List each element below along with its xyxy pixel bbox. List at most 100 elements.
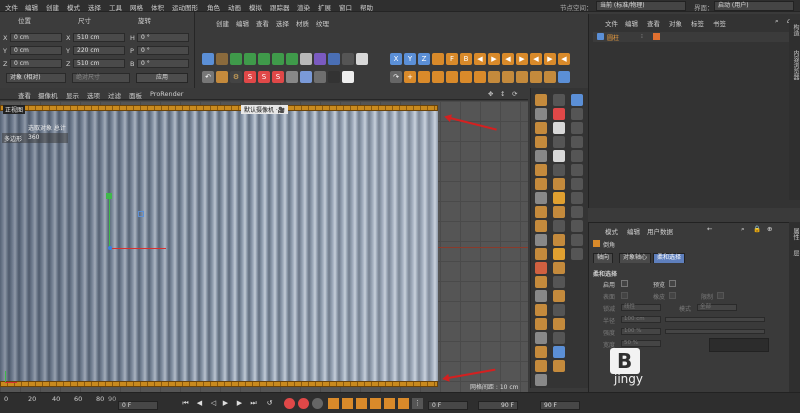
vp-menu-camera[interactable]: 摄像机	[38, 90, 58, 100]
attr-menu-mode[interactable]: 模式	[605, 226, 618, 236]
side-tool-6-icon[interactable]	[535, 164, 547, 176]
keyframe-select-icon[interactable]	[312, 398, 323, 409]
attr-lock-icon[interactable]: 🔒	[753, 225, 761, 233]
side-tab-content-browser[interactable]: 内容浏览器	[791, 50, 800, 80]
side-tool-49-icon[interactable]	[571, 192, 583, 204]
side-tool-42-icon[interactable]	[571, 94, 583, 106]
side-tool-20-icon[interactable]	[535, 360, 547, 372]
side-tool-53-icon[interactable]	[571, 248, 583, 260]
scene-icon[interactable]	[328, 71, 340, 83]
side-tool-22-icon[interactable]	[553, 94, 565, 106]
cube-icon[interactable]	[202, 53, 214, 65]
plane-handle[interactable]	[138, 211, 144, 217]
visibility-dots-icon[interactable]: ⁝	[641, 33, 643, 40]
bulb-icon[interactable]	[342, 71, 354, 83]
tab-axis[interactable]: 轴向	[593, 253, 614, 263]
width-field[interactable]: 50 %	[621, 340, 661, 347]
field-icon[interactable]	[314, 53, 326, 65]
side-tool-13-icon[interactable]	[535, 262, 547, 274]
cube-view-icon[interactable]	[558, 71, 570, 83]
rubber-checkbox[interactable]	[669, 292, 676, 299]
side-tool-19-icon[interactable]	[535, 346, 547, 358]
side-tool-9-icon[interactable]	[535, 206, 547, 218]
position-x-field[interactable]: 0 cm	[10, 33, 62, 42]
side-tool-38-icon[interactable]	[553, 318, 565, 330]
autokey-icon[interactable]	[298, 398, 309, 409]
light-icon[interactable]	[356, 53, 368, 65]
boole-icon[interactable]	[258, 53, 270, 65]
strength-slider[interactable]	[665, 329, 765, 334]
render-icon[interactable]: ⚙	[230, 71, 242, 83]
polygon-mode-icon[interactable]	[474, 71, 486, 83]
snap-icon[interactable]	[216, 71, 228, 83]
key-rotation-icon[interactable]	[356, 398, 367, 409]
obj-menu-object[interactable]: 对象	[669, 18, 682, 28]
side-tool-26-icon[interactable]	[553, 150, 565, 162]
coord-mode-select[interactable]: 对象 (相对)	[6, 73, 66, 83]
falloff-curve-graph[interactable]	[709, 338, 769, 352]
menu-simulate[interactable]: 模拟	[249, 2, 262, 12]
preview-checkbox[interactable]	[669, 280, 676, 287]
rotate-icon[interactable]	[432, 71, 444, 83]
array-icon[interactable]	[244, 53, 256, 65]
rotation-b-field[interactable]: 0 °	[137, 59, 189, 68]
side-tab-layers[interactable]: 层	[791, 250, 800, 256]
side-tool-43-icon[interactable]	[571, 108, 583, 120]
obj-menu-file[interactable]: 文件	[605, 18, 618, 28]
y-axis-handle[interactable]	[109, 196, 110, 248]
rotation-h-field[interactable]: 0 °	[137, 33, 189, 42]
solo-icon[interactable]	[544, 71, 556, 83]
subdivision-icon[interactable]	[230, 53, 242, 65]
key-icon-3[interactable]: ◀	[530, 53, 542, 65]
menu-help[interactable]: 帮助	[360, 2, 373, 12]
side-tool-51-icon[interactable]	[571, 220, 583, 232]
loop-icon[interactable]: ↺	[264, 398, 275, 409]
surface-checkbox[interactable]	[621, 292, 628, 299]
prev-frame-icon[interactable]: ◀	[194, 398, 205, 409]
frame-max-field[interactable]: 90 F	[540, 401, 580, 410]
mode-select[interactable]: 全部	[697, 304, 737, 311]
menu-mesh[interactable]: 网格	[130, 2, 143, 12]
vp-menu-view[interactable]: 查看	[18, 90, 31, 100]
menu-mode[interactable]: 模式	[67, 2, 80, 12]
edge-mode-icon[interactable]	[460, 71, 472, 83]
phong-tag-icon[interactable]	[653, 33, 660, 40]
zoom-view-icon[interactable]: ↕	[500, 90, 505, 98]
b-icon[interactable]: B	[460, 53, 472, 65]
nurbs-icon[interactable]	[300, 71, 312, 83]
y-axis-tip[interactable]	[106, 193, 112, 199]
side-tool-30-icon[interactable]	[553, 206, 565, 218]
obj-menu-bookmark[interactable]: 书签	[713, 18, 726, 28]
position-y-field[interactable]: 0 cm	[10, 46, 62, 55]
side-tool-47-icon[interactable]	[571, 164, 583, 176]
side-tool-21-icon[interactable]	[535, 374, 547, 386]
side-tool-10-icon[interactable]	[535, 220, 547, 232]
model-mode-icon[interactable]	[488, 71, 500, 83]
side-tool-48-icon[interactable]	[571, 178, 583, 190]
mat-menu-select[interactable]: 选择	[276, 18, 289, 28]
camera-icon[interactable]	[342, 53, 354, 65]
point-mode-icon[interactable]	[446, 71, 458, 83]
side-tool-45-icon[interactable]	[571, 136, 583, 148]
front-viewport[interactable]: 正视图 默认摄像机 ·🎥 选取对象 总计 多边形 360 网格间距 : 10 c…	[0, 101, 528, 392]
obj-menu-edit[interactable]: 编辑	[625, 18, 638, 28]
side-tool-50-icon[interactable]	[571, 206, 583, 218]
deformer-icon[interactable]	[300, 53, 312, 65]
side-tool-36-icon[interactable]	[553, 290, 565, 302]
side-tool-5-icon[interactable]	[535, 150, 547, 162]
menu-animate[interactable]: 动画	[228, 2, 241, 12]
side-tool-8-icon[interactable]	[535, 192, 547, 204]
move-icon[interactable]: +	[404, 71, 416, 83]
grid-icon[interactable]	[314, 71, 326, 83]
mat-menu-create[interactable]: 创建	[216, 18, 229, 28]
object-name[interactable]: 圆柱	[607, 33, 619, 42]
key-position-icon[interactable]	[328, 398, 339, 409]
vp-menu-display[interactable]: 显示	[66, 90, 79, 100]
goto-start-icon[interactable]: ⏮	[180, 398, 191, 409]
redo-icon[interactable]: ↷	[390, 71, 402, 83]
tab-object-axis[interactable]: 对象轴心	[619, 253, 652, 263]
side-tool-33-icon[interactable]	[553, 248, 565, 260]
rotation-p-field[interactable]: 0 °	[137, 46, 189, 55]
side-tool-44-icon[interactable]	[571, 122, 583, 134]
play-reverse-icon[interactable]: ◁	[208, 398, 219, 409]
